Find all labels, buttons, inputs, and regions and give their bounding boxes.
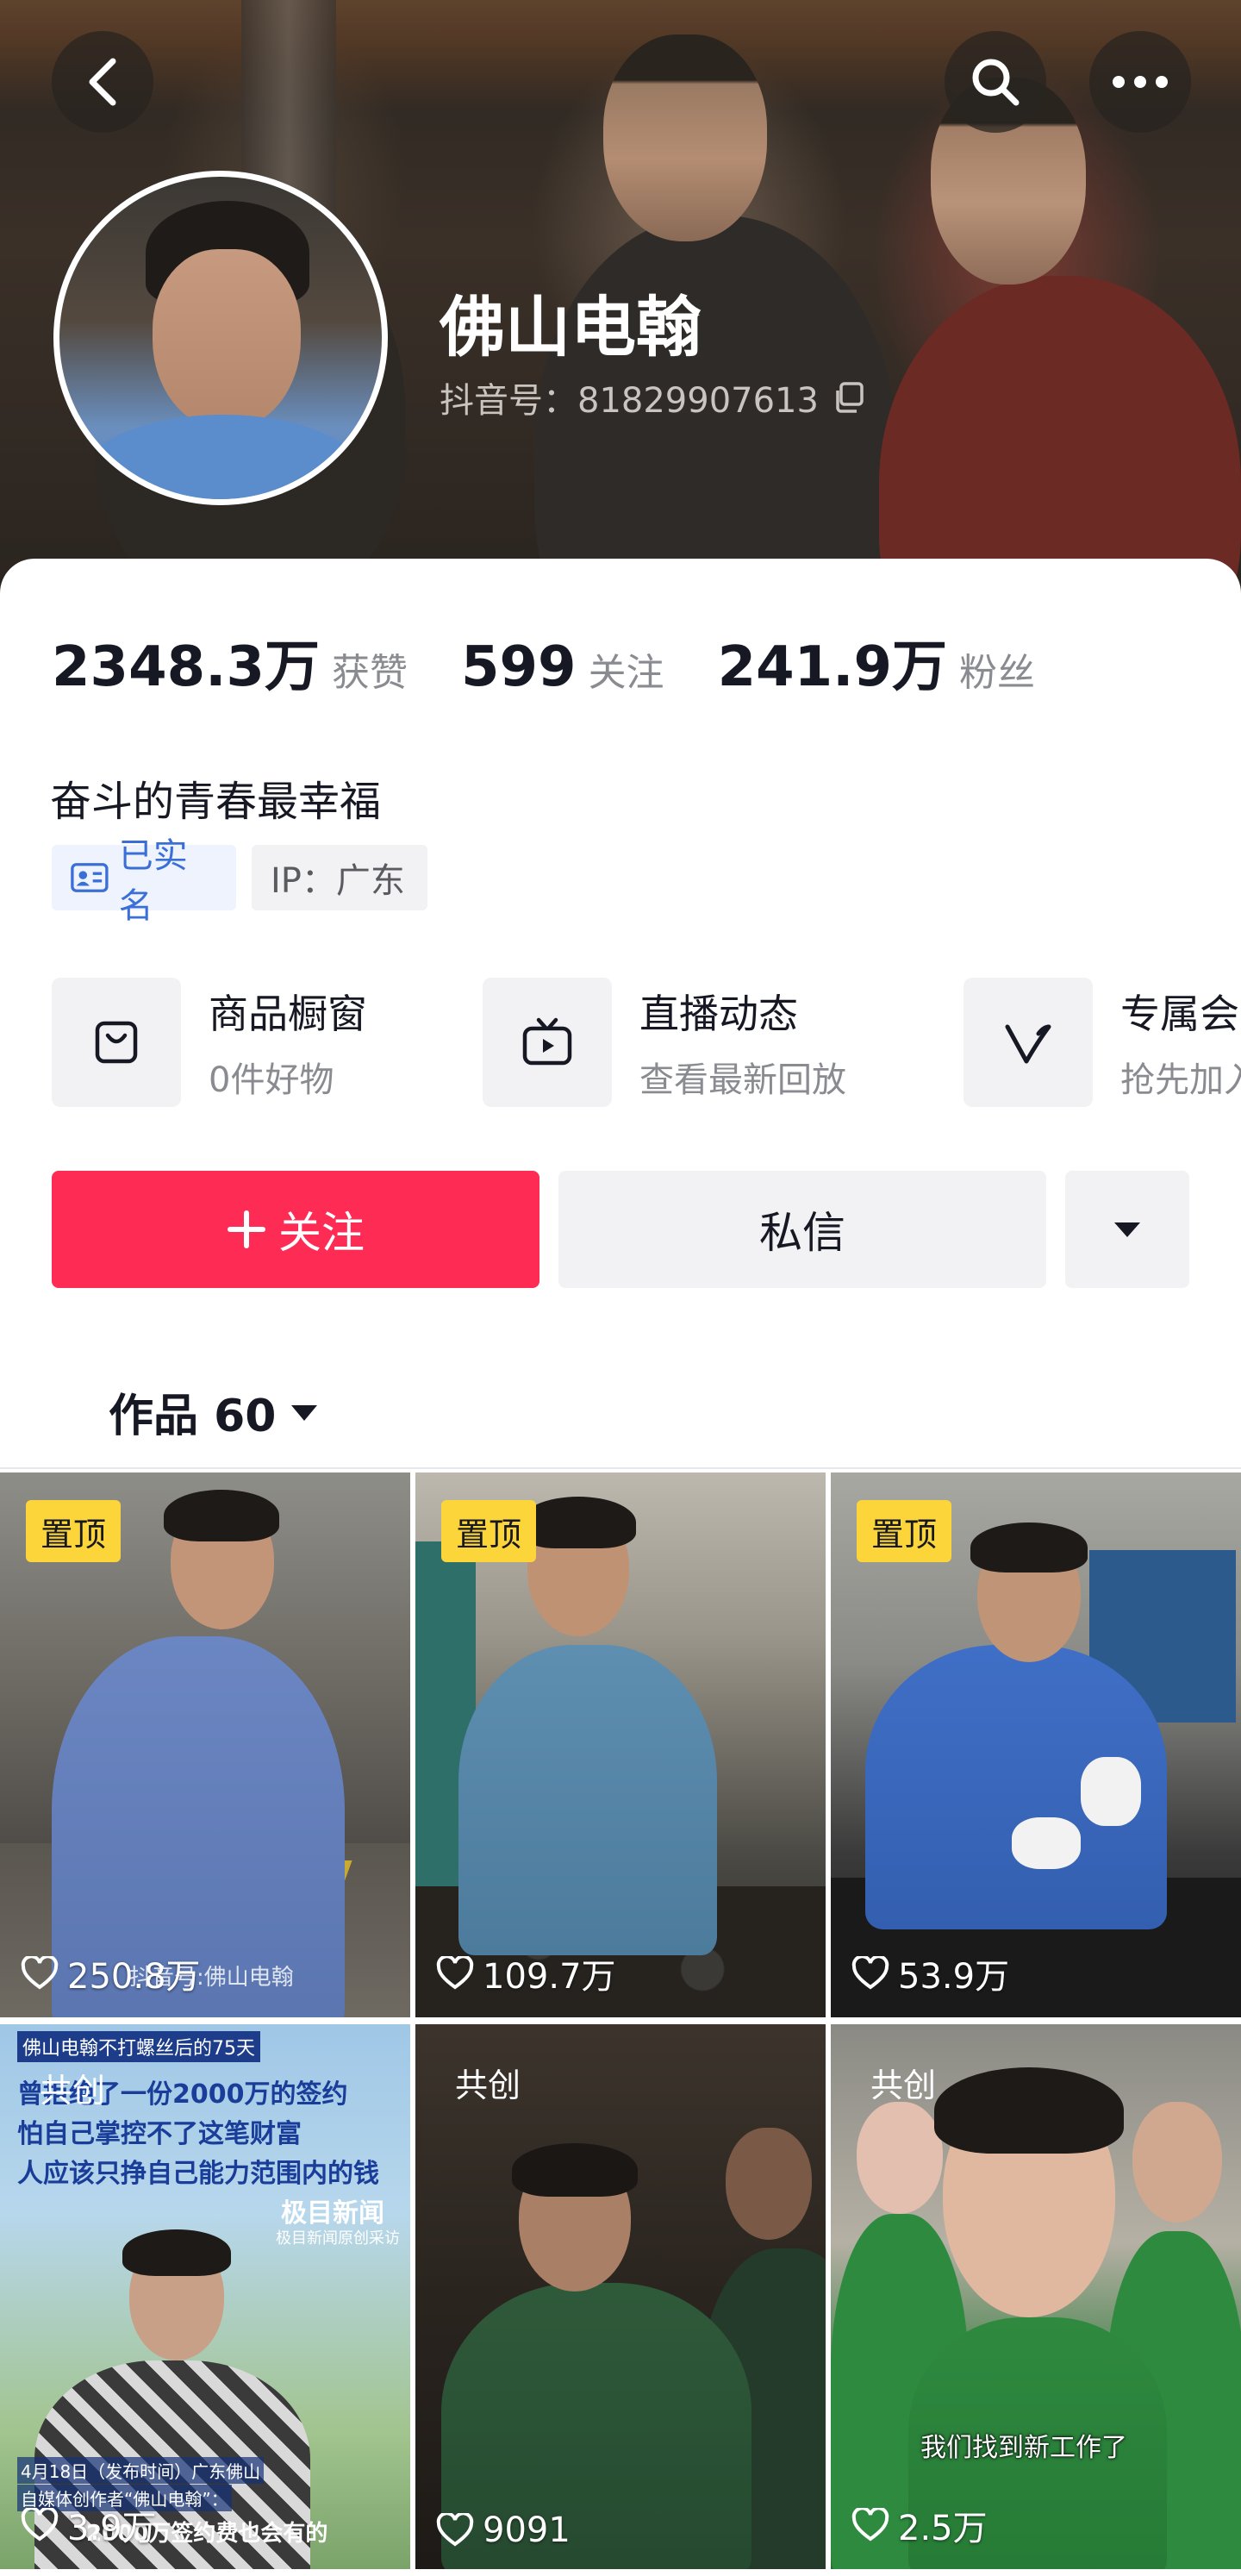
heart-icon xyxy=(21,2508,59,2542)
followers-label[interactable]: 粉丝 xyxy=(959,641,1035,697)
profile-nickname: 佛山电翰 xyxy=(440,289,702,366)
video-headline: 人应该只挣自己能力范围内的钱 xyxy=(17,2159,379,2189)
video-thumbnail-face-right xyxy=(1132,2102,1222,2223)
video-card[interactable]: 置顶 250.8万 抖音号:佛山电翰 xyxy=(0,1472,410,2017)
service-subtitle: 0件好物 xyxy=(209,1060,334,1100)
video-thumbnail-hair xyxy=(934,2067,1124,2154)
verified-tag-label: 已实名 xyxy=(118,836,188,926)
video-card[interactable]: 佛山电翰不打螺丝后的75天 曾拒绝了一份2000万的签约 怕自己掌控不了这笔财富… xyxy=(0,2024,410,2569)
v-icon xyxy=(963,978,1093,1107)
avatar-shirt xyxy=(77,415,370,499)
pinned-badge: 置顶 xyxy=(857,1500,951,1562)
ip-location-tag: IP：广东 xyxy=(252,845,427,910)
more-button[interactable] xyxy=(1089,31,1191,133)
service-shop-window[interactable]: 商品橱窗 0件好物 xyxy=(52,978,367,1107)
heart-icon xyxy=(851,2508,889,2542)
service-subtitle: 查看最新回放 xyxy=(639,1060,846,1100)
profile-stats: 2348.3万 获赞 599 关注 241.9万 粉丝 xyxy=(52,622,1088,702)
video-thumbnail-hair xyxy=(164,1490,279,1541)
following-label[interactable]: 关注 xyxy=(589,641,664,697)
heart-icon xyxy=(436,2513,474,2547)
id-card-icon xyxy=(71,863,109,892)
douyin-id[interactable]: 抖音号：81829907613 xyxy=(440,372,865,422)
tv-icon xyxy=(483,978,612,1107)
video-thumbnail-hair xyxy=(970,1522,1088,1572)
cover-face-center xyxy=(603,34,767,241)
caret-down-icon xyxy=(291,1404,318,1421)
heart-icon xyxy=(436,1956,474,1990)
video-thumbnail-glove xyxy=(1012,1817,1081,1869)
copy-icon[interactable] xyxy=(831,380,865,415)
video-likes: 9091 xyxy=(436,2510,571,2550)
pinned-badge: 置顶 xyxy=(441,1500,536,1562)
tab-divider xyxy=(0,1467,1241,1469)
tab-works-label: 作品 60 xyxy=(109,1391,277,1442)
video-thumbnail-face-back xyxy=(726,2128,812,2240)
video-thumbnail-hair xyxy=(512,2143,638,2197)
video-card[interactable]: 置顶 109.7万 xyxy=(415,1472,826,2017)
video-thumbnail-hair xyxy=(122,2229,231,2276)
follow-button-label: 关注 xyxy=(278,1208,365,1258)
tab-works[interactable]: 作品 60 xyxy=(109,1379,319,1444)
video-bottom-caption: 4月18日（发布时间）广东佛山 xyxy=(17,2457,265,2484)
more-actions-dropdown[interactable] xyxy=(1065,1171,1189,1288)
video-card[interactable]: 共创 9091 xyxy=(415,2024,826,2569)
following-count[interactable]: 599 xyxy=(461,635,577,699)
douyin-id-text: 抖音号：81829907613 xyxy=(440,381,819,421)
service-live-replay[interactable]: 直播动态 查看最新回放 xyxy=(483,978,846,1107)
caret-down-icon xyxy=(1114,1222,1140,1237)
news-sub: 极目新闻原创采访 xyxy=(276,2229,400,2248)
video-card[interactable]: 置顶 53.9万 xyxy=(831,1472,1241,2017)
cover-person-right xyxy=(879,276,1241,603)
video-likes-count: 3.9万 xyxy=(67,2509,157,2548)
collab-badge: 共创 xyxy=(870,2066,937,2104)
video-likes: 109.7万 xyxy=(436,1948,616,1998)
video-thumbnail-glove xyxy=(1081,1757,1141,1826)
video-likes: 3.9万 xyxy=(21,2500,157,2550)
video-likes-count: 53.9万 xyxy=(898,1957,1010,1997)
verified-tag[interactable]: 已实名 xyxy=(52,836,236,926)
video-top-caption: 佛山电翰不打螺丝后的75天 xyxy=(17,2031,260,2062)
video-likes: 53.9万 xyxy=(851,1948,1009,1998)
video-watermark: 抖音号:佛山电翰 xyxy=(129,1965,294,1991)
pinned-badge: 置顶 xyxy=(26,1500,121,1562)
collab-badge: 共创 xyxy=(40,2072,106,2110)
followers-count[interactable]: 241.9万 xyxy=(718,622,947,702)
video-thumbnail-face-left xyxy=(857,2102,943,2214)
bag-icon xyxy=(52,978,181,1107)
service-title: 商品橱窗 xyxy=(209,991,367,1037)
video-subtitle: 我们找到新工作了 xyxy=(920,2433,1127,2463)
profile-bio: 奋斗的青春最幸福 xyxy=(50,778,382,826)
service-subtitle: 抢先加入 xyxy=(1120,1060,1241,1100)
plus-icon xyxy=(228,1210,265,1248)
avatar-face xyxy=(153,249,301,430)
service-title: 直播动态 xyxy=(639,991,798,1037)
likes-label: 获赞 xyxy=(331,651,408,695)
video-card[interactable]: 我们找到新工作了 共创 2.5万 xyxy=(831,2024,1241,2569)
search-icon xyxy=(972,59,1020,106)
message-button-label: 私信 xyxy=(759,1208,845,1258)
likes-count: 2348.3万 xyxy=(52,635,320,699)
search-button[interactable] xyxy=(945,31,1046,133)
message-button[interactable]: 私信 xyxy=(558,1171,1046,1288)
ip-location-label: IP：广东 xyxy=(271,861,405,901)
video-thumbnail-hair xyxy=(521,1497,636,1548)
follow-button[interactable]: 关注 xyxy=(52,1171,539,1288)
news-brand: 极目新闻 xyxy=(281,2198,384,2229)
video-likes-count: 2.5万 xyxy=(898,2509,988,2548)
video-likes-count: 109.7万 xyxy=(483,1957,616,1997)
video-thumbnail-figure xyxy=(458,1645,717,1955)
heart-icon xyxy=(851,1956,889,1990)
video-headline: 怕自己掌控不了这笔财富 xyxy=(17,2119,302,2149)
back-button[interactable] xyxy=(52,31,153,133)
collab-badge: 共创 xyxy=(455,2066,521,2104)
service-title: 专属会 xyxy=(1120,991,1239,1037)
video-likes-count: 9091 xyxy=(483,2510,571,2550)
back-arrow-icon xyxy=(89,58,116,106)
video-likes: 2.5万 xyxy=(851,2500,988,2550)
more-dots-icon xyxy=(1113,76,1168,88)
avatar[interactable] xyxy=(53,171,388,505)
service-exclusive-member[interactable]: 专属会 抢先加入 xyxy=(963,978,1241,1107)
heart-icon xyxy=(21,1956,59,1990)
